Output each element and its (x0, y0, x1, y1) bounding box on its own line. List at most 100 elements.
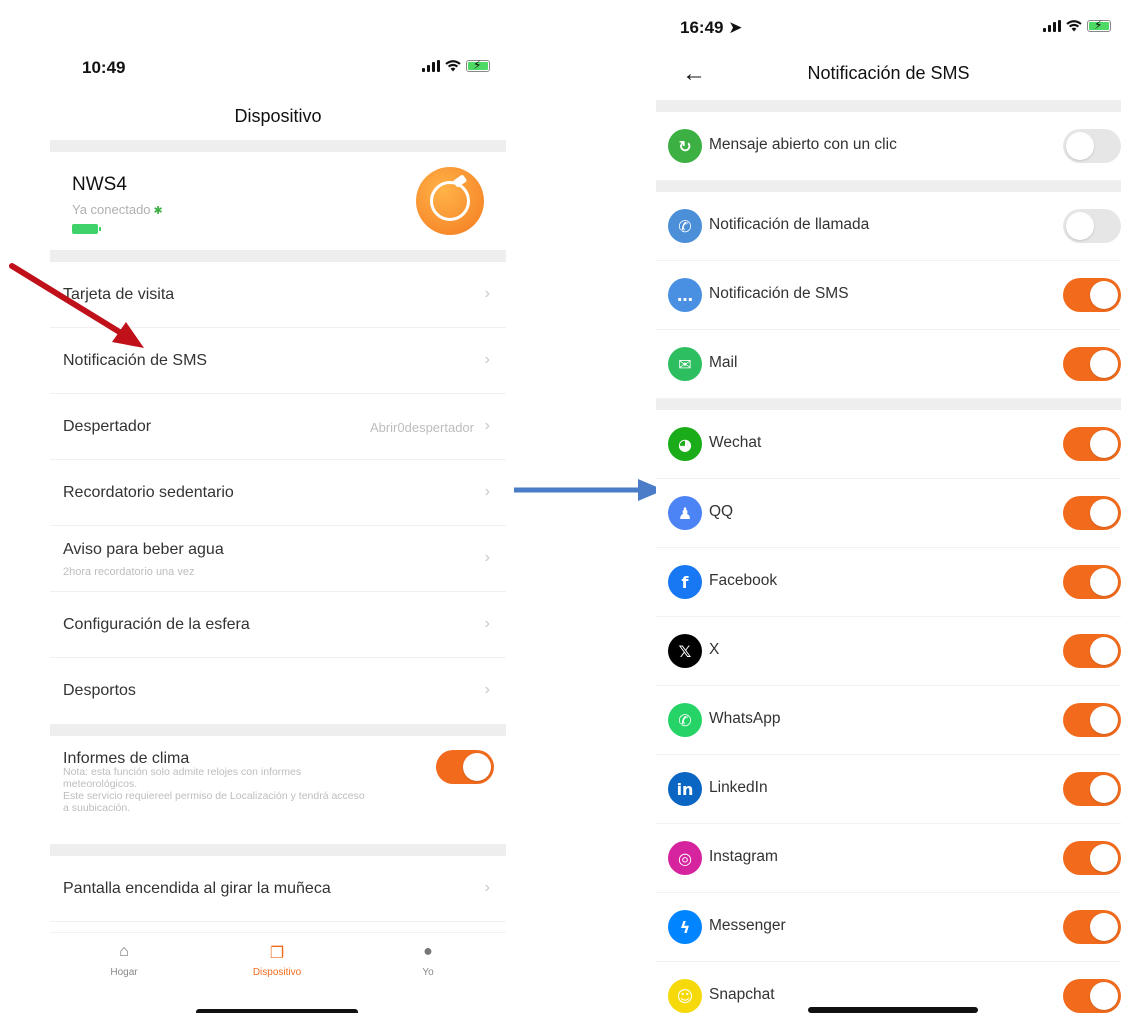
notification-toggle[interactable] (1063, 979, 1121, 1013)
weather-note: Nota: esta función solo admite relojes c… (63, 766, 365, 814)
instagram-icon: ◎ (668, 841, 702, 875)
notification-row-snapchat: ☺ Snapchat (656, 962, 1121, 1013)
person-icon: ● (423, 943, 433, 960)
notification-toggle[interactable] (1063, 347, 1121, 381)
menu-item-sedentary-reminder[interactable]: Recordatorio sedentario › (50, 460, 506, 526)
menu-item-watch-face[interactable]: Configuración de la esfera › (50, 592, 506, 658)
mail-icon: ✉ (668, 347, 702, 381)
chevron-right-icon: › (484, 417, 490, 434)
device-card[interactable]: NWS4 Ya conectado ✱ (50, 152, 506, 250)
notification-toggle[interactable] (1063, 841, 1121, 875)
notification-row-messenger: ϟ Messenger (656, 893, 1121, 962)
linkedin-icon: in (668, 772, 702, 806)
chevron-right-icon: › (484, 351, 490, 368)
status-bar: 10:49 ⚡ (50, 54, 506, 84)
notification-row-whatsapp: ✆ WhatsApp (656, 686, 1121, 755)
notification-toggle[interactable] (1063, 910, 1121, 944)
notification-row-instagram: ◎ Instagram (656, 824, 1121, 893)
device-battery-icon (72, 224, 101, 234)
notification-row-mail: ✉ Mail (656, 330, 1121, 399)
wifi-icon (445, 60, 461, 72)
notification-label: Notificación de llamada (709, 216, 870, 233)
page-title: Dispositivo (234, 106, 322, 126)
menu-item-water-reminder[interactable]: Aviso para beber agua 2hora recordatorio… (50, 526, 506, 592)
notification-label: Mensaje abierto con un clic (709, 136, 897, 153)
notification-toggle[interactable] (1063, 209, 1121, 243)
battery-icon: ⚡ (466, 58, 490, 72)
chevron-right-icon: › (484, 285, 490, 302)
home-icon: ⌂ (119, 943, 129, 960)
device-name: NWS4 (72, 174, 127, 195)
tab-device[interactable]: ❐ Dispositivo (217, 943, 337, 978)
watch-avatar (416, 167, 484, 235)
home-indicator (808, 1007, 978, 1013)
notification-label: WhatsApp (709, 710, 781, 727)
phone-icon: ✆ (668, 209, 702, 243)
device-icon: ❐ (269, 945, 285, 962)
notification-label: Snapchat (709, 986, 775, 1003)
notification-row-x: 𝕏X (656, 617, 1121, 686)
x-icon: 𝕏 (668, 634, 702, 668)
notification-label: Notificación de SMS (709, 285, 849, 302)
bluetooth-icon: ✱ (153, 205, 163, 217)
menu-item-wrist-raise[interactable]: Pantalla encendida al girar la muñeca › (50, 856, 506, 922)
notification-row-phone: ✆ Notificación de llamada (656, 192, 1121, 261)
notification-row-one-click: ↻ Mensaje abierto con un clic (656, 112, 1121, 181)
sms-notification-screen: 16:49 ➤ ⚡ ← Notificación de SMS ↻ Mensaje… (656, 0, 1121, 1013)
connection-status: Ya conectado ✱ (72, 202, 163, 217)
menu-item-sports[interactable]: Desportos › (50, 658, 506, 724)
status-bar: 16:49 ➤ ⚡ (656, 14, 1121, 44)
snapchat-icon: ☺ (668, 979, 702, 1013)
chevron-right-icon: › (484, 615, 490, 632)
notification-toggle[interactable] (1063, 427, 1121, 461)
water-reminder-sub: 2hora recordatorio una vez (63, 566, 195, 578)
status-time: 10:49 (82, 58, 126, 77)
chevron-right-icon: › (484, 879, 490, 896)
notification-label: X (709, 641, 720, 658)
blue-arrow-annotation (514, 479, 664, 501)
whatsapp-icon: ✆ (668, 703, 702, 737)
chevron-right-icon: › (484, 483, 490, 500)
notification-toggle[interactable] (1063, 565, 1121, 599)
tab-me[interactable]: ● Yo (368, 943, 488, 978)
signal-icon (1043, 20, 1061, 32)
wechat-icon: ◕ (668, 427, 702, 461)
menu-item-alarm[interactable]: Despertador Abrir0despertador › (50, 394, 506, 460)
device-screen: 10:49 ⚡ Dispositivo NWS4 Ya conectado ✱ T… (50, 0, 506, 1013)
status-time: 16:49 ➤ (680, 18, 743, 37)
notification-toggle[interactable] (1063, 634, 1121, 668)
notification-row-linkedin: in LinkedIn (656, 755, 1121, 824)
location-arrow-icon: ➤ (728, 18, 743, 37)
weather-reports-row: Informes de clima Nota: esta función sol… (50, 736, 506, 844)
page-title: Notificación de SMS (807, 63, 970, 83)
wifi-icon (1066, 20, 1082, 32)
notification-toggle[interactable] (1063, 129, 1121, 163)
messenger-icon: ϟ (668, 910, 702, 944)
home-indicator (196, 1009, 358, 1013)
nav-header: ← Notificación de SMS (656, 60, 1121, 100)
notification-label: Facebook (709, 572, 778, 589)
notification-toggle[interactable] (1063, 496, 1121, 530)
notification-label: Messenger (709, 917, 786, 934)
battery-icon: ⚡ (1087, 18, 1111, 32)
chevron-right-icon: › (484, 681, 490, 698)
notification-row-facebook: f Facebook (656, 548, 1121, 617)
one-click-icon: ↻ (668, 129, 702, 163)
red-arrow-annotation (9, 263, 144, 348)
weather-toggle[interactable] (436, 750, 494, 784)
notification-label: Instagram (709, 848, 778, 865)
notification-toggle[interactable] (1063, 703, 1121, 737)
notification-toggle[interactable] (1063, 772, 1121, 806)
notification-row-sms: … Notificación de SMS (656, 261, 1121, 330)
notification-label: Wechat (709, 434, 762, 451)
chevron-right-icon: › (484, 549, 490, 566)
notification-label: LinkedIn (709, 779, 768, 796)
sms-icon: … (668, 278, 702, 312)
tab-bar: ⌂ Hogar ❐ Dispositivo ● Yo (50, 932, 506, 1013)
notification-toggle[interactable] (1063, 278, 1121, 312)
tab-home[interactable]: ⌂ Hogar (64, 943, 184, 978)
signal-icon (422, 60, 440, 72)
notification-row-wechat: ◕ Wechat (656, 410, 1121, 479)
notification-label: Mail (709, 354, 738, 371)
facebook-icon: f (668, 565, 702, 599)
